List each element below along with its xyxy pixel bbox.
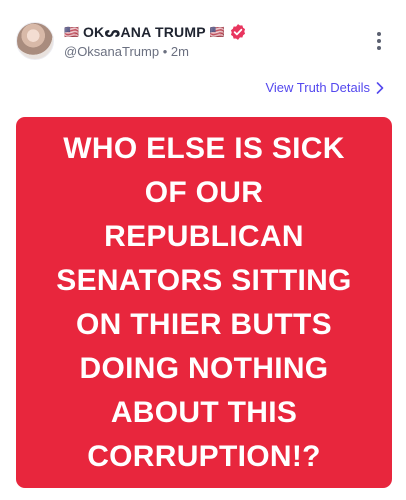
verified-badge-icon: [230, 24, 245, 40]
avatar[interactable]: [16, 22, 54, 60]
author-display-name[interactable]: OKᔕANA TRUMP: [83, 24, 206, 41]
us-flag-icon: 🇺🇸: [64, 25, 79, 39]
post-timestamp[interactable]: 2m: [171, 44, 189, 59]
author-handle[interactable]: @OksanaTrump: [64, 44, 159, 59]
view-truth-details-label: View Truth Details: [265, 80, 370, 95]
more-options-button[interactable]: [370, 30, 388, 52]
more-dots-icon: [377, 32, 381, 36]
author-meta: @OksanaTrump • 2m: [64, 44, 189, 59]
chevron-right-icon: [376, 81, 384, 94]
post-header: 🇺🇸 OKᔕANA TRUMP 🇺🇸 @OksanaTrump • 2m: [0, 0, 406, 72]
author-name-row[interactable]: 🇺🇸 OKᔕANA TRUMP 🇺🇸: [64, 22, 247, 42]
meta-separator: •: [162, 44, 168, 59]
post-image[interactable]: WHO ELSE IS SICK OF OUR REPUBLICAN SENAT…: [16, 117, 392, 488]
view-truth-details-link[interactable]: View Truth Details: [265, 80, 384, 95]
us-flag-icon: 🇺🇸: [209, 25, 225, 39]
post-image-text: WHO ELSE IS SICK OF OUR REPUBLICAN SENAT…: [56, 131, 352, 473]
